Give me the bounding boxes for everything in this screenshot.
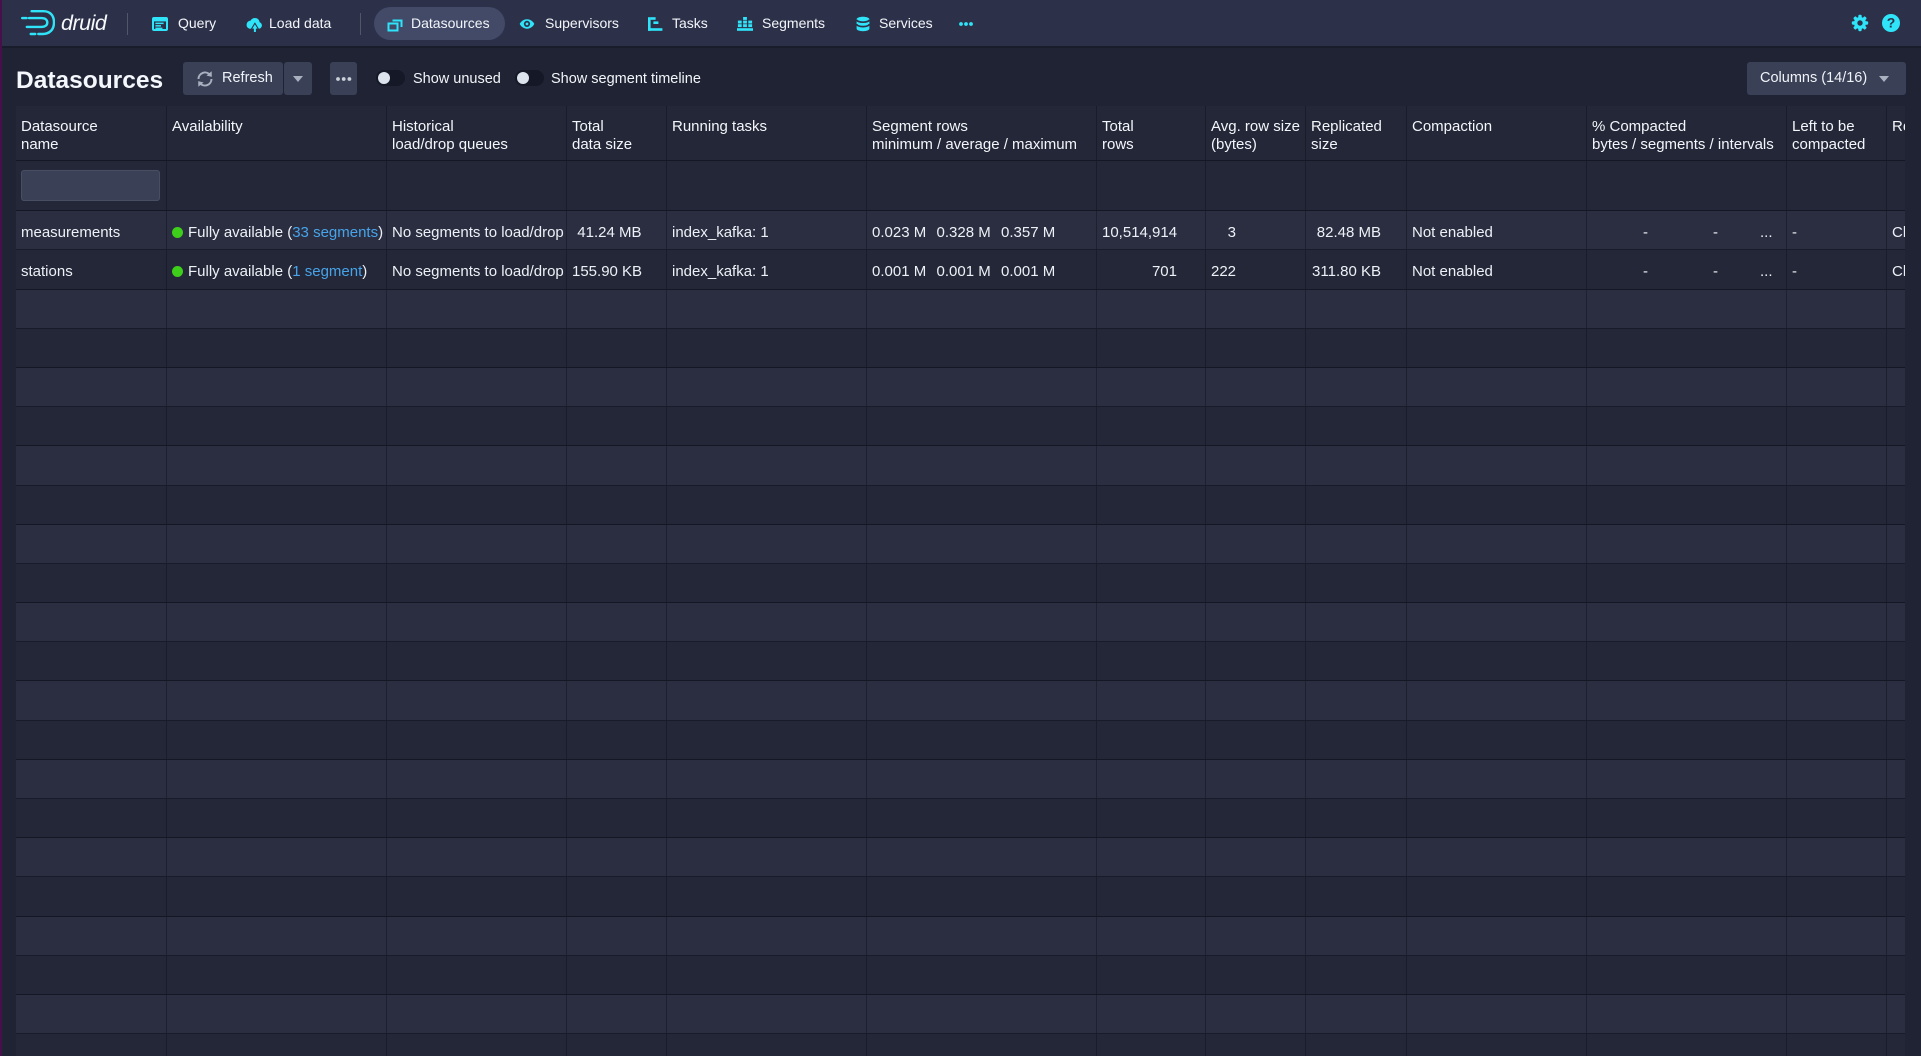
svg-text:?: ? [1887, 15, 1896, 31]
